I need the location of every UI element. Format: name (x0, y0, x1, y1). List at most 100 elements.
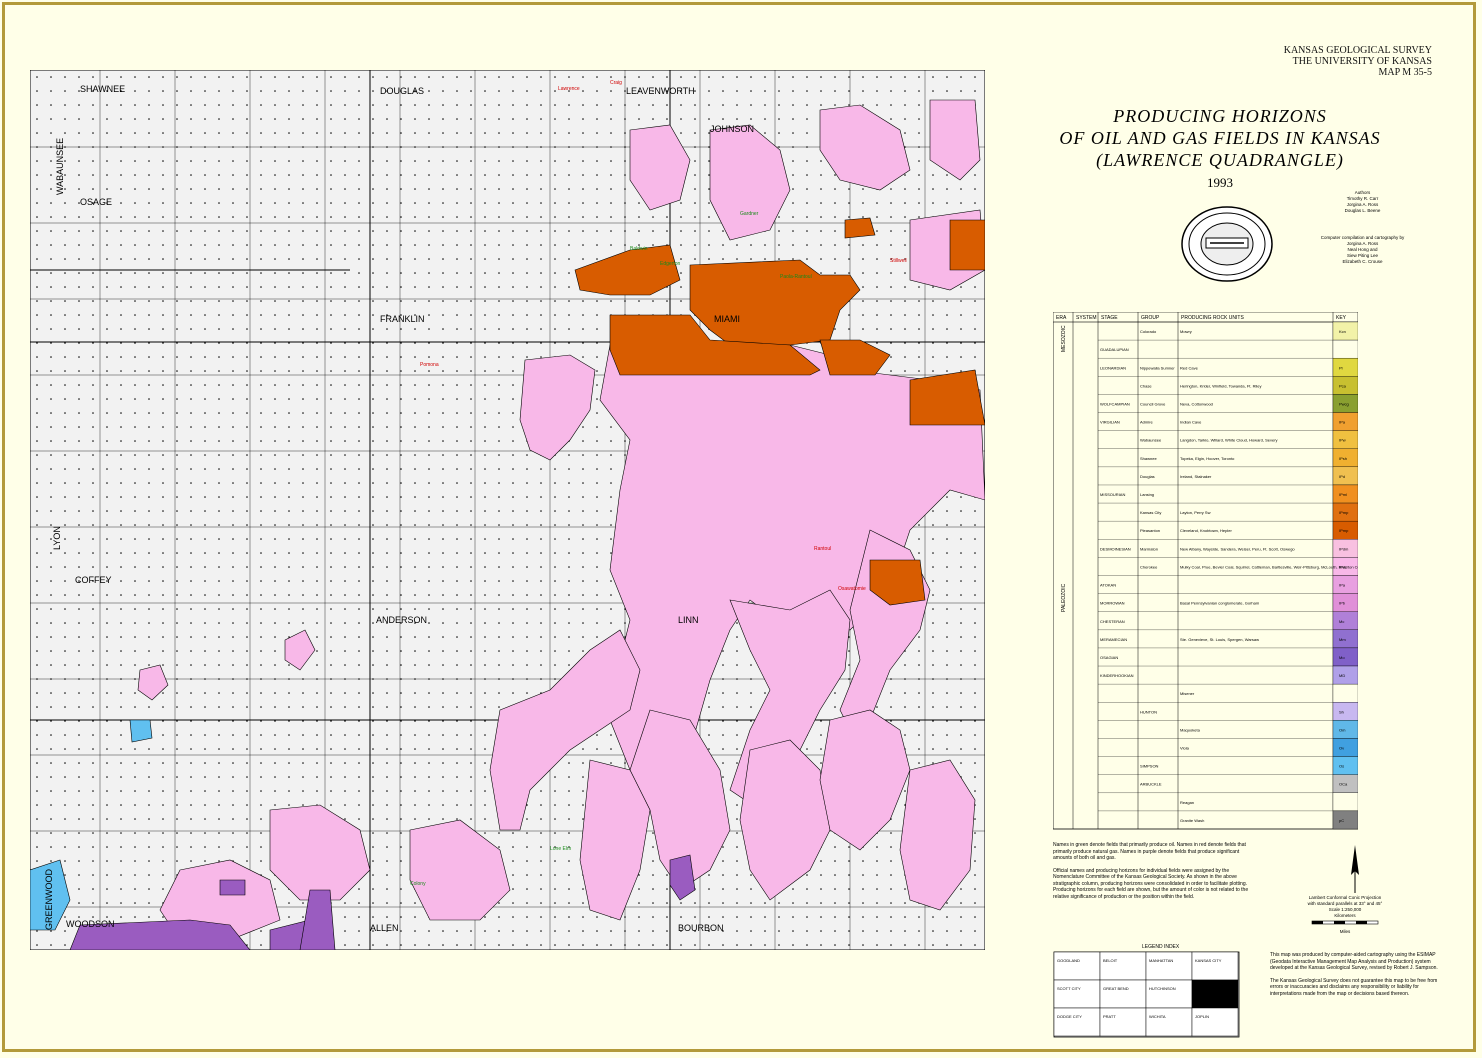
map-area[interactable]: SHAWNEE DOUGLAS LEAVENWORTH JOHNSON WABA… (30, 70, 985, 950)
field-label: Lawrence (558, 86, 580, 92)
index-cell (1145, 1007, 1193, 1037)
index-cell-label: GOODLAND (1057, 958, 1080, 963)
strat-stage: KINDERHOOKIAN (1100, 673, 1134, 678)
county-label: FRANKLIN (380, 314, 425, 324)
strat-units: Langdon, Tarkio, Willard, White Cloud, H… (1180, 438, 1278, 443)
author-3: Douglas L. Beene (1344, 208, 1381, 213)
strat-era: MESOZOIC (1061, 325, 1067, 352)
county-label: MIAMI (714, 314, 740, 324)
scale-bar-icon (1311, 920, 1379, 925)
strat-units: Misener (1180, 691, 1195, 696)
strat-key: Om (1339, 727, 1346, 732)
map-title: PRODUCING HORIZONS OF OIL AND GAS FIELDS… (1040, 105, 1400, 191)
strat-units: Reagan (1180, 800, 1194, 805)
strat-units: Granite Wash (1180, 818, 1204, 823)
field-label: Craig (610, 80, 622, 86)
index-cell (1145, 979, 1193, 1009)
strat-key: IPa (1339, 583, 1346, 588)
strat-units: Neva, Cottonwood (1180, 401, 1213, 406)
index-map: LEGEND INDEX GOODLAND BELOIT MANHATTAN KANS… (1053, 944, 1240, 1038)
strat-col-header: GROUP (1141, 315, 1160, 321)
strat-units: Red Cave (1180, 365, 1199, 370)
strat-units: Maquoketa (1180, 727, 1201, 732)
strat-key: Ov (1339, 746, 1344, 751)
index-cell-label: DODGE CITY (1057, 1014, 1082, 1019)
index-cell-label: GREAT BEND (1103, 986, 1129, 991)
strat-key: Kcn (1339, 329, 1346, 334)
index-cell (1053, 1007, 1101, 1037)
index-cell (1099, 951, 1147, 981)
strat-group: ARBUCKLE (1140, 782, 1162, 787)
strat-stage: MISSOURIAN (1100, 492, 1125, 497)
strat-units: Mulky Coal, Prue, Bevier Coal, Squirrel,… (1180, 564, 1358, 569)
strat-key: pC (1339, 818, 1344, 823)
strat-key: MD (1339, 673, 1345, 678)
strat-stage: WOLFCAMPIAN (1100, 401, 1130, 406)
strat-key: IPdc (1339, 564, 1347, 569)
strat-key: Mo (1339, 655, 1345, 660)
strat-key: IPsh (1339, 456, 1347, 461)
county-label: GREENWOOD (44, 868, 54, 930)
county-label: OSAGE (80, 197, 112, 207)
strat-col-header: KEY (1336, 315, 1347, 321)
strat-group: Marmaton (1140, 546, 1158, 551)
strat-stage: LEONARDIAN (1100, 365, 1126, 370)
north-arrow-icon (1351, 845, 1359, 893)
county-label: BOURBON (678, 923, 724, 933)
strat-group: Lansing (1140, 492, 1154, 497)
county-label: LEAVENWORTH (626, 86, 695, 96)
field-label: Osawatomie (838, 586, 866, 592)
index-cell (1099, 1007, 1147, 1037)
county-label: LINN (678, 615, 699, 625)
title-line2: OF OIL AND GAS FIELDS IN KANSAS (1059, 128, 1381, 148)
authors-block: Authors Timothy R. Carr Jorgina A. Ross … (1325, 190, 1400, 214)
index-cell (1145, 951, 1193, 981)
disclaimer-block: This map was produced by computer-aided … (1270, 952, 1440, 1003)
strat-group: Wabaunsee (1140, 438, 1162, 443)
county-label: WABAUNSEE (55, 138, 65, 195)
stratigraphic-column: ERA SYSTEM STAGE GROUP PRODUCING ROCK UNITS K… (1053, 312, 1358, 830)
index-cell-label: HUTCHINSON (1149, 986, 1176, 991)
index-cell-label: JOPLIN (1195, 1014, 1209, 1019)
notes-paragraph-2: Official names and producing horizons fo… (1053, 867, 1249, 900)
strat-stage: MERAMECIAN (1100, 637, 1127, 642)
index-cell (1099, 979, 1147, 1009)
strat-col-header: PRODUCING ROCK UNITS (1181, 315, 1244, 321)
strat-key: Mm (1339, 637, 1346, 642)
county-label: WOODSON (66, 919, 115, 929)
strat-key: IPdm (1339, 546, 1349, 551)
strat-stage: MORROWAN (1100, 601, 1125, 606)
strat-group: Council Grove (1140, 401, 1166, 406)
index-cell-label: KANSAS CITY (1195, 958, 1222, 963)
projection-unit-mi: Miles (1339, 929, 1351, 934)
strat-units: Indian Cave (1180, 420, 1202, 425)
field-label: Lone Elm (550, 846, 571, 852)
map-id: MAP M 35-5 (1378, 67, 1432, 78)
strat-units: Topeka, Elgin, Hoover, Toronto (1180, 456, 1235, 461)
index-cell (1053, 979, 1101, 1009)
publisher-block: KANSAS GEOLOGICAL SURVEY THE UNIVERSITY … (1284, 45, 1432, 78)
strat-col-header: ERA (1056, 315, 1067, 321)
strat-units: Cleveland, Knobtown, Hepler (1180, 528, 1232, 533)
kgs-seal-icon (1181, 206, 1273, 282)
index-map-title: LEGEND INDEX (1142, 944, 1180, 950)
strat-units: Mowry (1180, 329, 1192, 334)
strat-key: IPw (1339, 438, 1346, 443)
strat-key: Os (1339, 764, 1344, 769)
strat-key: IPmp (1339, 510, 1349, 515)
strat-group: Shawnee (1140, 456, 1157, 461)
county-label: DOUGLAS (380, 86, 424, 96)
strat-key: Pca (1339, 383, 1347, 388)
field-label: Gardner (740, 211, 759, 217)
strat-units: Viola (1180, 746, 1190, 751)
projection-block: Lambert Conformal Conic Projection with … (1300, 895, 1390, 935)
strat-stage: GUADALUPIAN (1100, 347, 1129, 352)
disclaimer-p1: This map was produced by computer-aided … (1270, 952, 1438, 971)
map-canvas[interactable]: SHAWNEE DOUGLAS LEAVENWORTH JOHNSON WABA… (30, 70, 985, 950)
county-label: JOHNSON (710, 124, 754, 134)
cartographer-4: Elizabeth C. Crouse (1342, 259, 1383, 264)
title-year: 1993 (1207, 175, 1233, 190)
notes-paragraph-1: Names in green denote fields that primar… (1053, 842, 1246, 861)
field-label: Baldwin (630, 246, 648, 252)
strat-stage: CHESTERAN (1100, 619, 1125, 624)
